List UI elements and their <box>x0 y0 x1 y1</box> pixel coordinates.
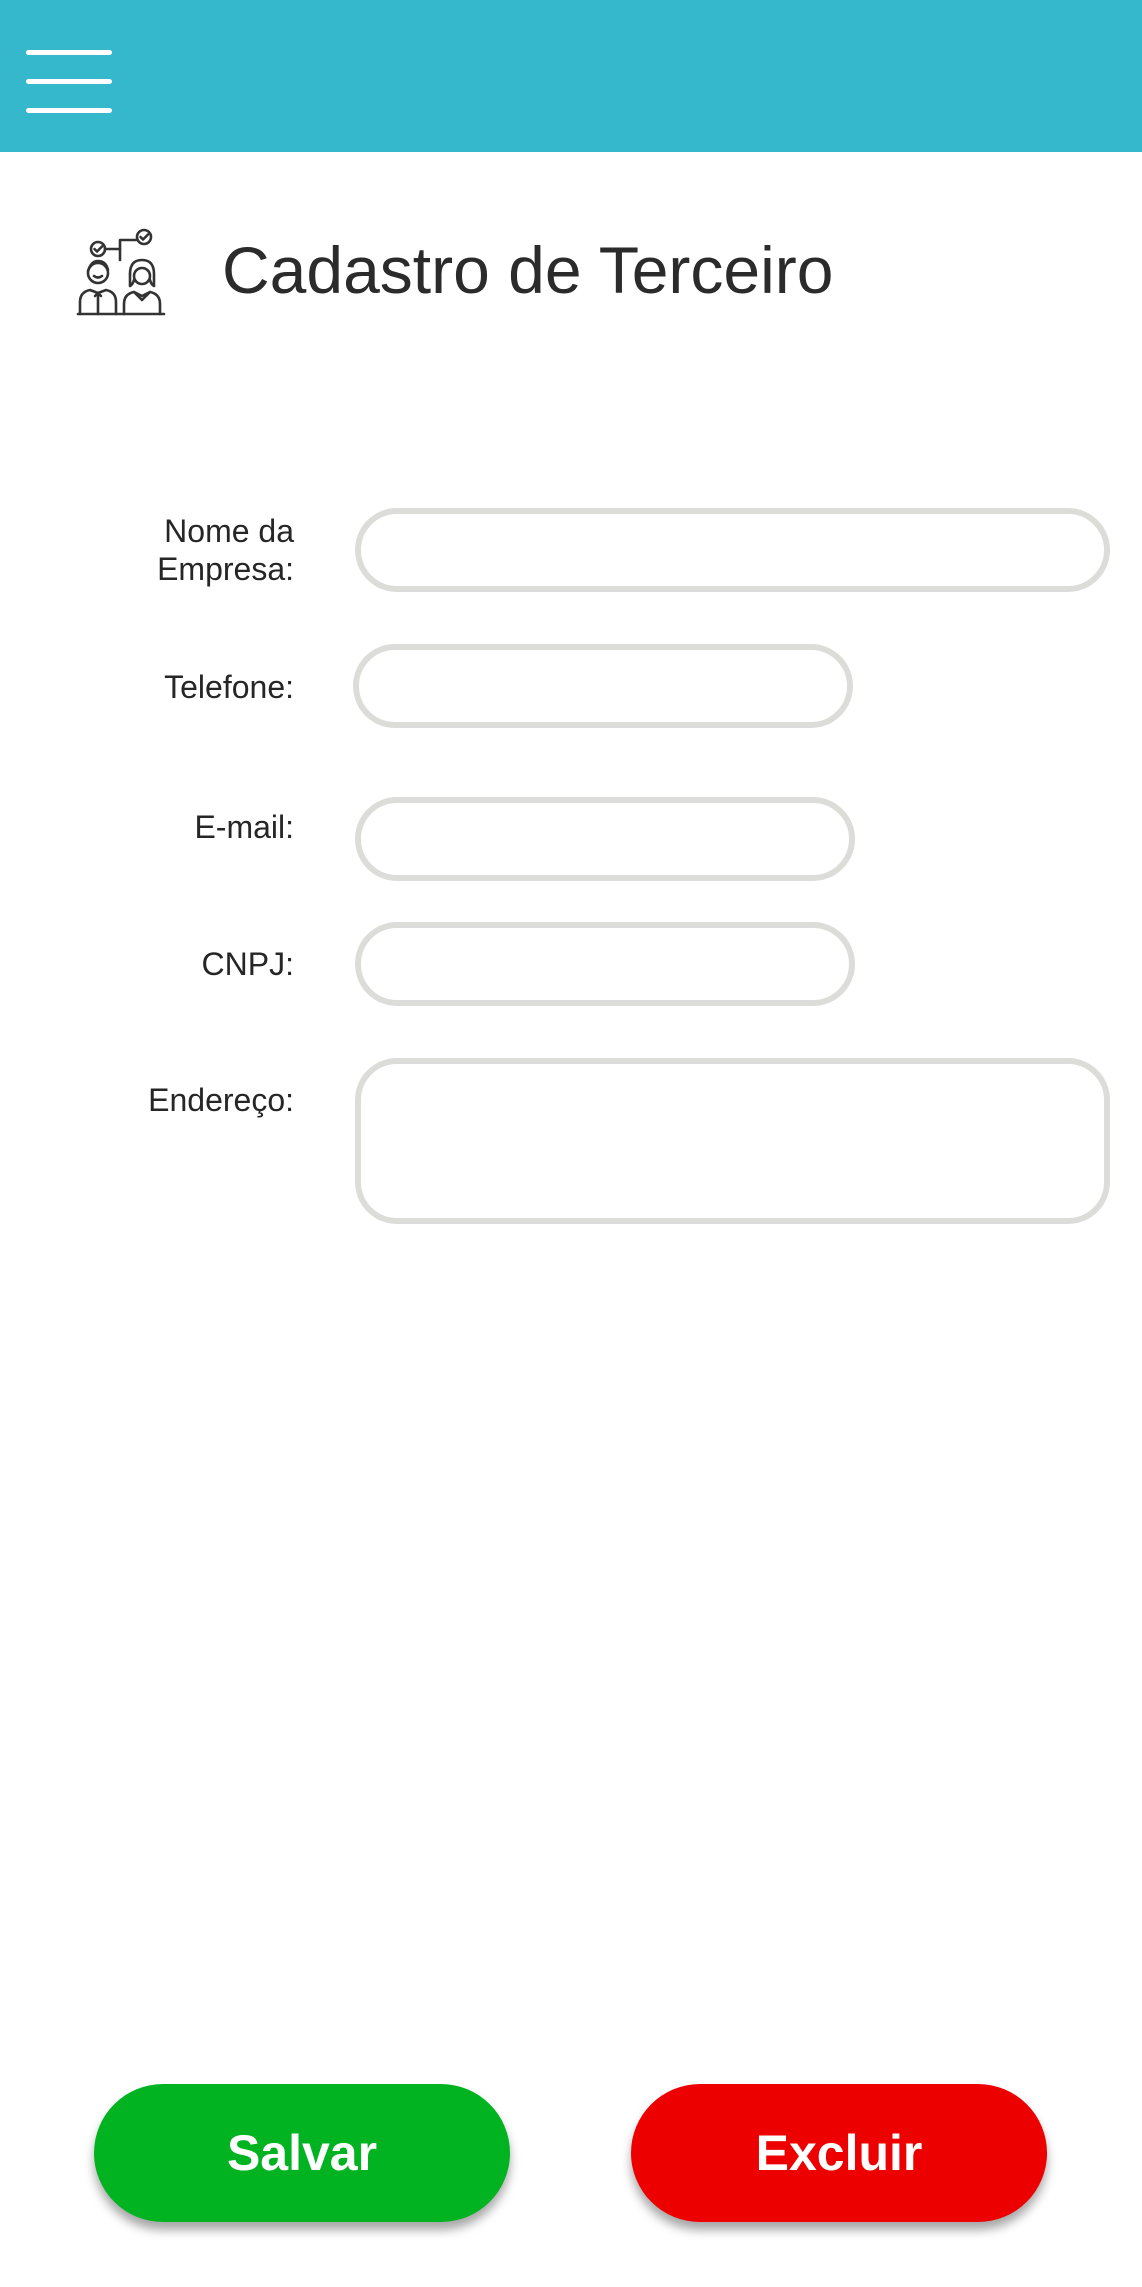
email-label: E-mail: <box>194 809 294 845</box>
email-input[interactable] <box>355 797 855 881</box>
phone-input[interactable] <box>353 644 853 728</box>
address-label: Endereço: <box>148 1082 294 1118</box>
top-app-bar <box>0 0 1142 152</box>
hamburger-menu-icon[interactable] <box>26 50 112 114</box>
delete-button[interactable]: Excluir <box>631 2084 1047 2222</box>
save-button[interactable]: Salvar <box>94 2084 510 2222</box>
menu-line <box>26 50 112 55</box>
cnpj-label: CNPJ: <box>201 946 294 982</box>
cnpj-input[interactable] <box>355 922 855 1006</box>
company-name-label-line1: Nome da <box>164 513 294 549</box>
menu-line <box>26 79 112 84</box>
address-textarea[interactable] <box>355 1058 1110 1224</box>
company-name-label-line2: Empresa: <box>157 551 294 587</box>
company-name-label: Nome da Empresa: <box>157 512 294 588</box>
people-checklist-icon <box>76 226 166 316</box>
company-name-input[interactable] <box>355 508 1110 592</box>
phone-label: Telefone: <box>164 669 294 705</box>
menu-line <box>26 108 112 113</box>
page-title: Cadastro de Terceiro <box>222 233 834 307</box>
